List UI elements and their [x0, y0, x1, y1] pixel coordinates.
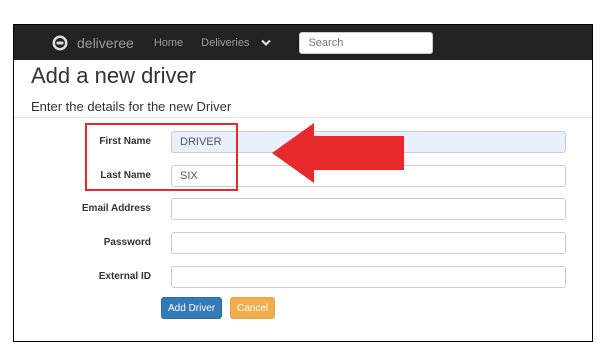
email-field[interactable] [171, 198, 566, 220]
app-window: deliveree Home Deliveries Add a new driv… [13, 24, 593, 342]
password-field[interactable] [171, 232, 566, 254]
external-id-field[interactable] [171, 266, 566, 288]
brand-logo-icon [52, 35, 68, 50]
annotation-arrow-icon [272, 123, 404, 183]
page-title: Add a new driver [31, 63, 197, 88]
nav-deliveries-link[interactable]: Deliveries [201, 37, 249, 49]
external-id-label: External ID [98, 271, 151, 282]
header-divider [14, 117, 592, 118]
nav-home-link[interactable]: Home [154, 37, 183, 49]
password-label: Password [103, 237, 151, 248]
annotation-highlight-box [85, 123, 238, 191]
email-label: Email Address [81, 203, 151, 214]
cancel-button[interactable]: Cancel [230, 297, 276, 319]
brand-link[interactable]: deliveree [52, 35, 134, 51]
chevron-down-icon[interactable] [261, 39, 272, 47]
add-driver-button[interactable]: Add Driver [161, 297, 223, 319]
navbar: deliveree Home Deliveries [14, 25, 592, 60]
page-subtitle: Enter the details for the new Driver [31, 99, 232, 114]
brand-name: deliveree [77, 34, 134, 51]
search-input[interactable] [299, 31, 434, 54]
